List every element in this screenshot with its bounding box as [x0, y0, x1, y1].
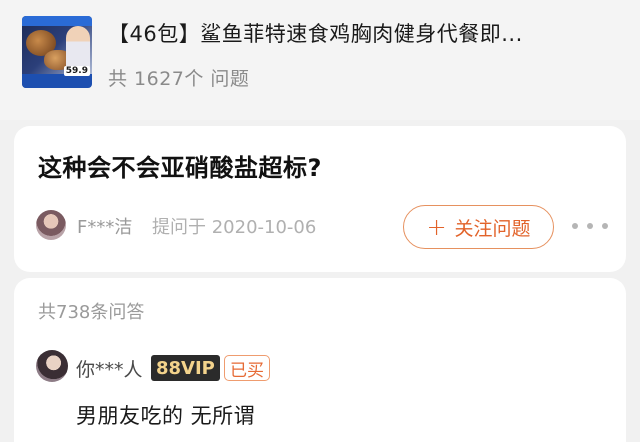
question-card: 这种会不会亚硝酸盐超标? F***洁 提问于 2020-10-06 + 关注问题 — [14, 126, 626, 272]
vip-badge: 88VIP — [151, 355, 220, 381]
follow-button-label: 关注问题 — [454, 217, 531, 240]
answer-text: 男朋友吃的 无所谓 — [76, 404, 256, 428]
plus-icon: + — [426, 213, 447, 241]
question-count: 共 1627个 问题 — [108, 68, 250, 90]
answerer-name: 你***人 — [76, 359, 143, 381]
answerer-avatar[interactable] — [36, 350, 68, 382]
answers-count: 共738条问答 — [38, 302, 145, 323]
more-dot — [602, 223, 608, 229]
more-icon[interactable] — [572, 214, 608, 238]
thumbnail-tag — [22, 16, 92, 26]
product-title[interactable]: 【46包】鲨鱼菲特速食鸡胸肉健身代餐即... — [108, 18, 628, 48]
thumbnail-strip — [22, 74, 92, 88]
product-header[interactable]: 59.9 【46包】鲨鱼菲特速食鸡胸肉健身代餐即... 共 1627个 问题 — [0, 0, 640, 120]
bought-badge: 已买 — [224, 355, 270, 381]
product-thumbnail[interactable]: 59.9 — [22, 16, 92, 88]
more-dot — [587, 223, 593, 229]
question-title: 这种会不会亚硝酸盐超标? — [38, 154, 322, 182]
answers-card: 共738条问答 你***人 88VIP 已买 男朋友吃的 无所谓 — [14, 278, 626, 442]
asker-name: F***洁 — [77, 217, 133, 238]
follow-question-button[interactable]: + 关注问题 — [403, 205, 554, 249]
ask-date: 提问于 2020-10-06 — [152, 217, 317, 238]
thumbnail-price: 59.9 — [63, 66, 90, 76]
more-dot — [572, 223, 578, 229]
asker-avatar[interactable] — [36, 210, 66, 240]
